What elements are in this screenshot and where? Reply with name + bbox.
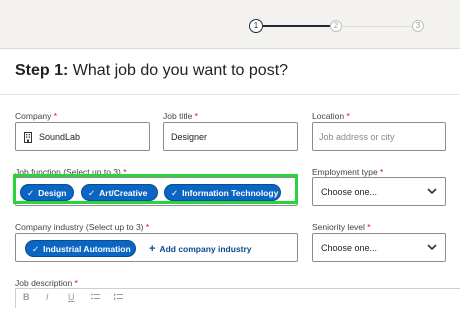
check-icon: ✓: [32, 244, 40, 254]
job-title-field[interactable]: Designer: [163, 122, 298, 151]
chevron-down-icon: [427, 188, 437, 195]
location-placeholder: Job address or city: [319, 132, 395, 142]
employment-type-label: Employment type *: [312, 167, 384, 177]
bulleted-list-icon[interactable]: [91, 293, 100, 301]
company-industry-label: Company industry (Select up to 3) *: [15, 222, 150, 232]
step-connector-1: [263, 25, 330, 27]
seniority-level-value: Choose one...: [321, 243, 378, 253]
step-prefix: Step 1:: [15, 62, 69, 79]
location-label: Location *: [312, 111, 350, 121]
italic-button[interactable]: I: [46, 292, 49, 302]
title-text: What job do you want to post?: [68, 62, 289, 79]
employment-type-select[interactable]: Choose one...: [312, 177, 446, 206]
building-icon: [24, 132, 32, 143]
bold-button[interactable]: B: [23, 292, 30, 302]
job-description-label: Job description *: [15, 278, 78, 288]
plus-icon: +: [149, 243, 156, 255]
job-description-toolbar: B I U: [15, 288, 460, 308]
company-field[interactable]: SoundLab: [15, 122, 150, 151]
company-industry-field[interactable]: ✓ Industrial Automation + Add company indu…: [15, 233, 298, 262]
company-label: Company *: [15, 111, 58, 121]
step-connector-2: [342, 26, 412, 27]
job-title-label: Job title *: [163, 111, 198, 121]
chevron-down-icon: [427, 244, 437, 251]
step-3-indicator: 3: [412, 20, 424, 32]
progress-stepper: 1 2 3: [248, 18, 428, 36]
add-company-industry-button[interactable]: + Add company industry: [149, 243, 252, 255]
job-title-value: Designer: [171, 132, 208, 142]
underline-button[interactable]: U: [68, 292, 75, 302]
seniority-level-label: Seniority level *: [312, 222, 371, 232]
form-header: Step 1: What job do you want to post?: [0, 49, 460, 95]
page-title: Step 1: What job do you want to post?: [15, 62, 288, 80]
seniority-level-select[interactable]: Choose one...: [312, 233, 446, 262]
company-industry-chip[interactable]: ✓ Industrial Automation: [25, 240, 136, 257]
company-value: SoundLab: [39, 132, 81, 142]
step-2-indicator: 2: [330, 20, 342, 32]
numbered-list-icon[interactable]: [114, 293, 123, 301]
step-1-indicator: 1: [249, 19, 263, 33]
location-field[interactable]: Job address or city: [312, 122, 446, 151]
highlight-box: [13, 174, 298, 204]
employment-type-value: Choose one...: [321, 187, 378, 197]
